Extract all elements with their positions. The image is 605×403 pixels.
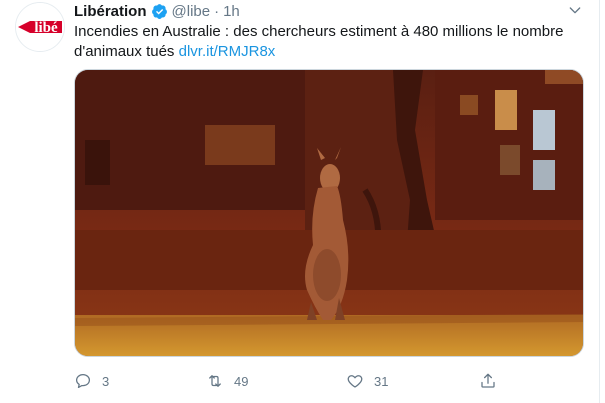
like-count: 31 — [374, 373, 389, 389]
heart-icon — [347, 375, 363, 388]
reply-count: 3 — [102, 373, 110, 389]
liberation-logo: libé — [16, 3, 64, 51]
tweet-link[interactable]: dlvr.it/RMJR8x — [179, 43, 276, 60]
author-handle[interactable]: @libe — [172, 3, 211, 20]
separator-dot: · — [214, 2, 220, 20]
tweet-menu-button[interactable] — [565, 0, 585, 20]
tweet-body: Incendies en Australie : des chercheurs … — [74, 23, 564, 60]
author-name[interactable]: Libération — [74, 3, 147, 20]
avatar[interactable]: libé — [15, 2, 65, 52]
share-icon — [481, 373, 495, 388]
tweet-text: Incendies en Australie : des chercheurs … — [74, 22, 574, 62]
kangaroo-photo — [75, 70, 583, 356]
svg-text:libé: libé — [34, 20, 58, 36]
tweet[interactable]: libé Libération @libe · 1h Incendies en … — [0, 0, 605, 403]
reply-icon — [75, 373, 91, 389]
like-button[interactable]: 31 — [346, 370, 388, 392]
reply-button[interactable]: 3 — [74, 370, 109, 392]
tweet-timestamp[interactable]: 1h — [223, 3, 240, 20]
tweet-media-photo[interactable] — [74, 69, 584, 357]
chevron-down-icon — [569, 7, 581, 14]
retweet-button[interactable]: 49 — [206, 370, 248, 392]
retweet-icon — [209, 375, 221, 387]
retweet-count: 49 — [234, 373, 249, 389]
tweet-header: Libération @libe · 1h — [74, 1, 240, 21]
tweet-actions: 3 49 31 — [74, 370, 504, 392]
timeline-border — [599, 0, 600, 403]
share-button[interactable] — [479, 370, 497, 392]
verified-badge-icon — [151, 3, 167, 19]
